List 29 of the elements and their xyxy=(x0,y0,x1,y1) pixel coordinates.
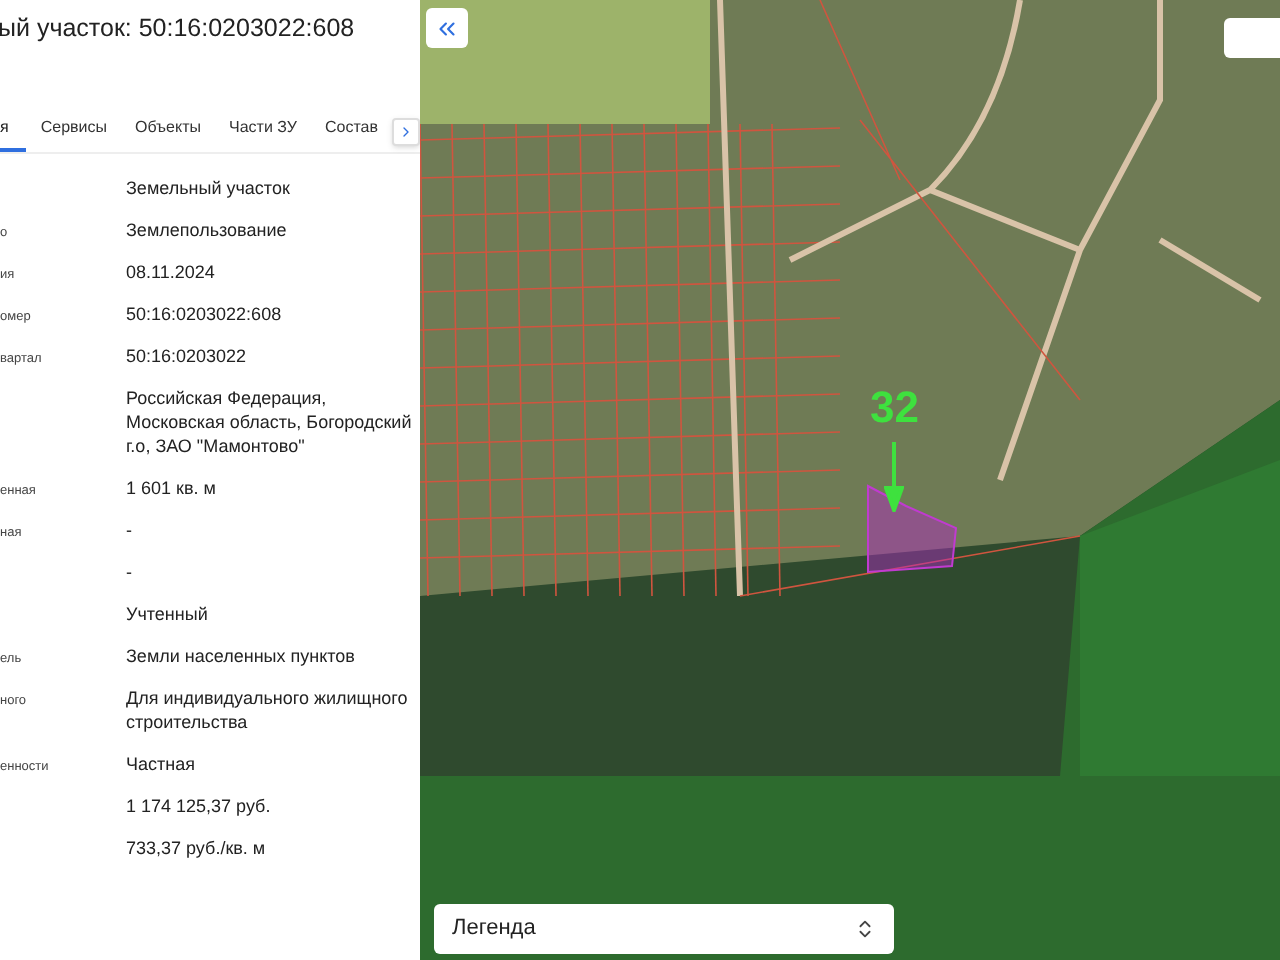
parcel-outline xyxy=(866,484,958,574)
tab[interactable]: я xyxy=(0,110,27,152)
collapse-panel-button[interactable] xyxy=(426,8,468,48)
legend-select[interactable]: Легенда xyxy=(434,904,894,954)
tab[interactable]: Части ЗУ xyxy=(215,110,311,152)
field-value: Для индивидуального жилищного строительства xyxy=(126,685,410,733)
field-value: Учтенный xyxy=(126,601,210,625)
field-value: 733,37 руб./кв. м xyxy=(126,835,268,859)
map-control-button[interactable] xyxy=(1224,18,1280,58)
field-value: Земельный участок xyxy=(126,175,292,199)
tab[interactable]: Объекты xyxy=(121,110,215,152)
field-value: Российская Федерация, Московская область, Богородский г.о, ЗАО "Мамонтово" xyxy=(126,385,414,457)
field-value: 1 174 125,37 руб. xyxy=(126,793,273,817)
tab[interactable]: Сервисы xyxy=(26,110,121,152)
field-value: - xyxy=(126,559,134,583)
panel-title: ый участок: 50:16:0203022:608 xyxy=(0,12,357,46)
field-value: Земли населенных пунктов xyxy=(126,643,357,667)
scroll-tabs-button[interactable] xyxy=(391,117,420,145)
field-value: 1 601 кв. м xyxy=(126,475,218,499)
field-value: - xyxy=(126,517,134,541)
field-value: 50:16:0203022:608 xyxy=(126,301,284,325)
field-value: Частная xyxy=(126,751,197,775)
arrow-down-icon xyxy=(884,442,904,512)
tab[interactable]: Состав xyxy=(310,110,392,152)
field-value: 08.11.2024 xyxy=(126,259,217,283)
field-value: 50:16:0203022 xyxy=(126,343,249,367)
parcel-number-label: 32 xyxy=(870,386,919,430)
field-value: Землепользование xyxy=(126,217,289,241)
chevron-updown-icon xyxy=(854,918,876,940)
